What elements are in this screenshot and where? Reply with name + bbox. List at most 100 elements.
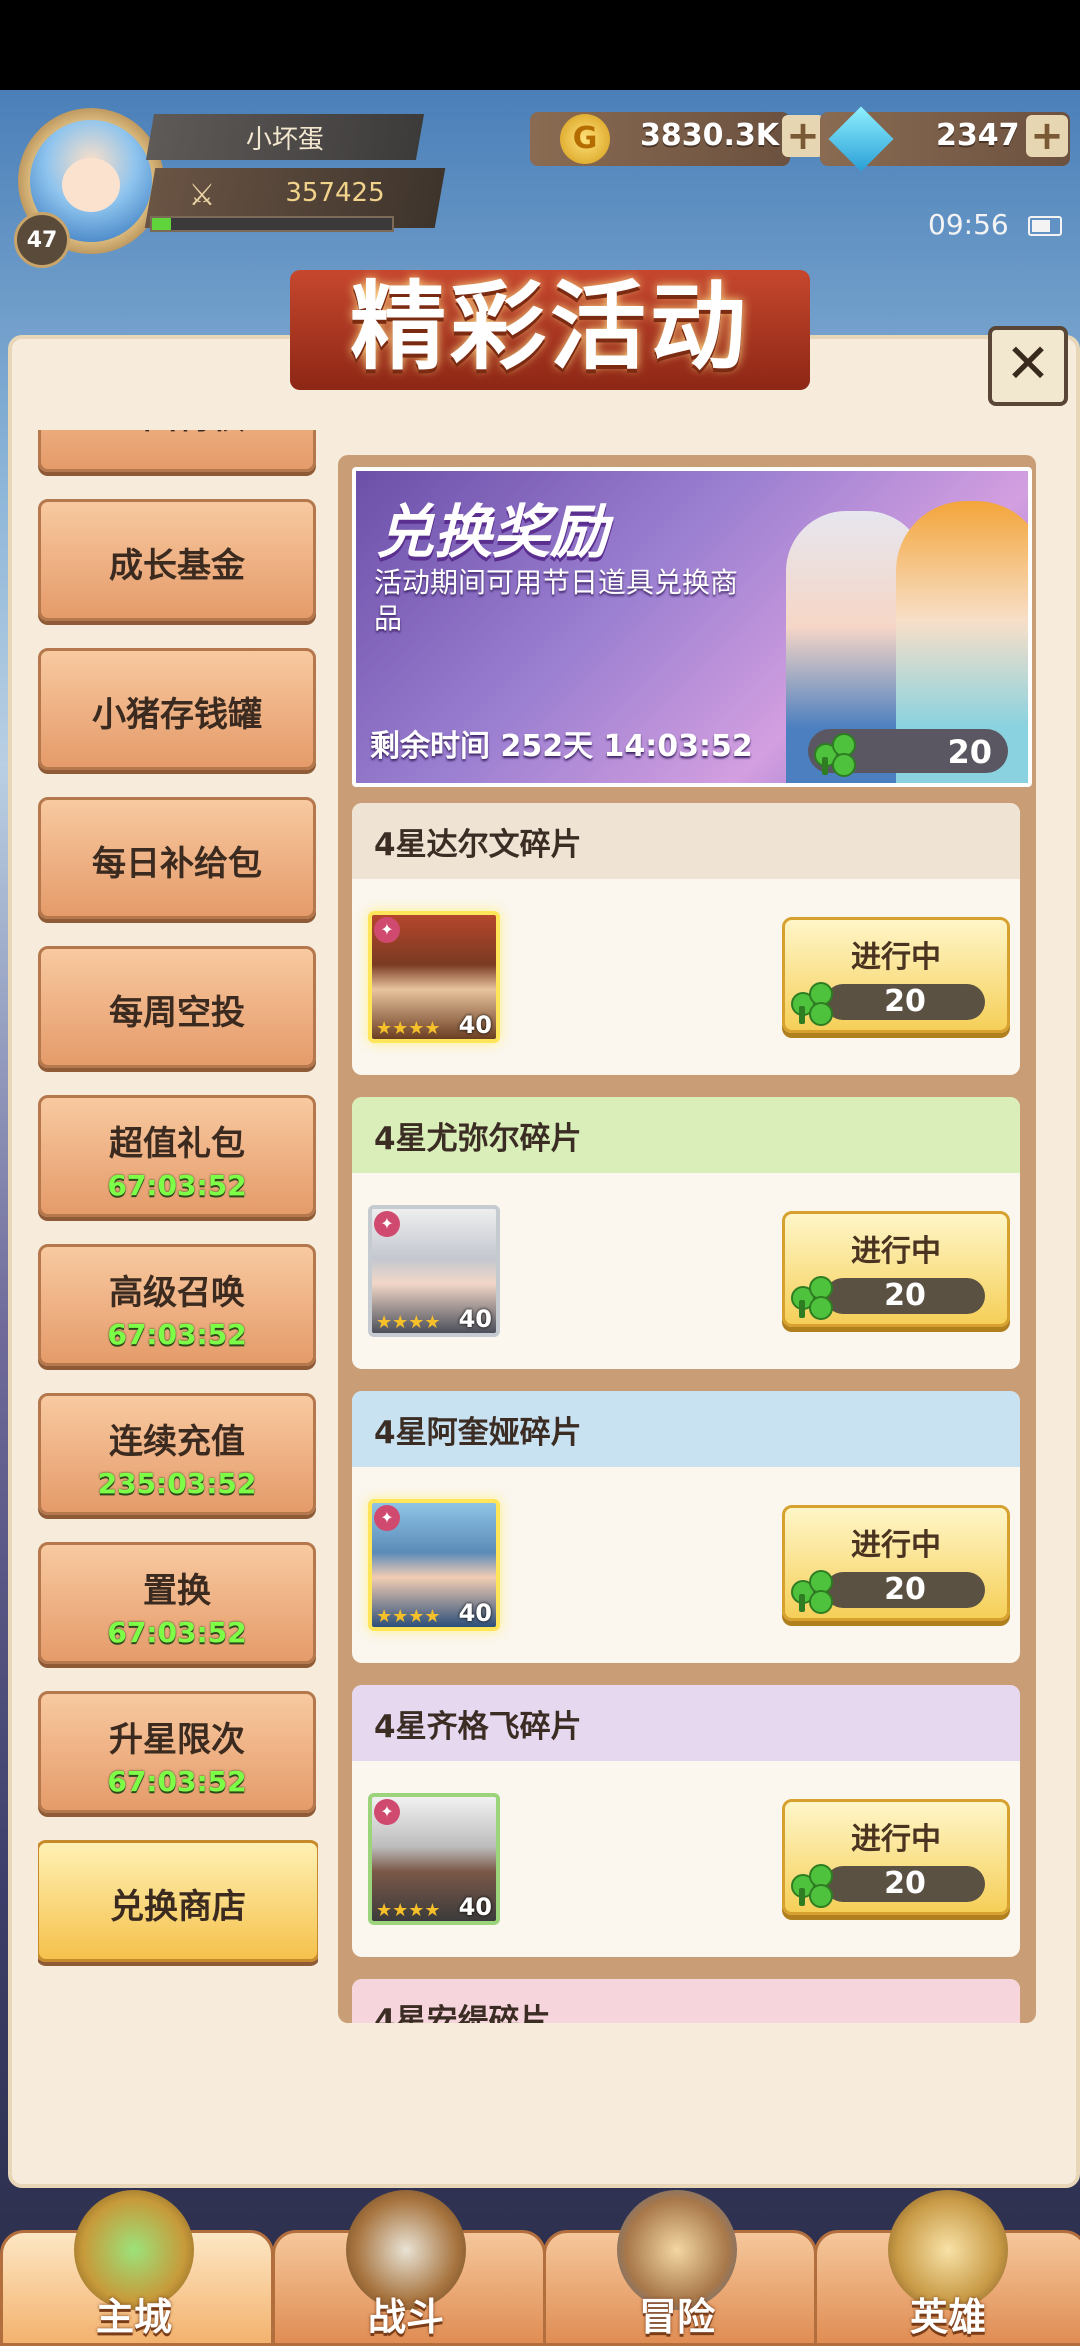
sidebar-item[interactable]: 兑换商店	[38, 1840, 318, 1962]
sidebar-item-label: 连续充值	[109, 1422, 245, 1462]
bottom-nav-label: 冒险	[638, 2295, 715, 2339]
sidebar-item[interactable]: 每日补给包	[38, 797, 316, 919]
gold-coin-icon: G	[560, 114, 610, 164]
star-rating-icon: ★★★★	[376, 1606, 441, 1627]
bottom-nav-label: 主城	[95, 2295, 172, 2339]
hero-shard-count: 40	[458, 1011, 492, 1039]
sidebar-item-label: 置换	[143, 1571, 211, 1611]
exchange-cost-value: 20	[884, 1572, 926, 1607]
sidebar-item[interactable]: 置换 67:03:52	[38, 1542, 316, 1664]
exchange-status: 进行中	[851, 1234, 941, 1269]
exchange-item-card: 4星阿奎娅碎片 ✦ ★★★★ 40 进行中 20	[352, 1391, 1020, 1663]
hero-faction-icon: ✦	[374, 1211, 400, 1237]
exchange-cost-value: 20	[884, 1866, 926, 1901]
sidebar-item[interactable]: 连续充值 235:03:52	[38, 1393, 316, 1515]
sidebar-item-timer: 67:03:52	[107, 1318, 247, 1351]
clover-icon	[791, 1276, 833, 1320]
sidebar-item-label: 超值礼包	[109, 1124, 245, 1164]
star-rating-icon: ★★★★	[376, 1018, 441, 1039]
power-value: 357425	[285, 178, 385, 208]
exchange-status: 进行中	[851, 1528, 941, 1563]
exchange-item-title: 4星阿奎娅碎片	[352, 1391, 1020, 1467]
exchange-cost: 20	[825, 1572, 985, 1608]
exchange-item-card: 4星齐格飞碎片 ✦ ★★★★ 40 进行中 20	[352, 1685, 1020, 1957]
exchange-button[interactable]: 进行中 20	[782, 1505, 1010, 1621]
exchange-cost-value: 20	[884, 984, 926, 1019]
star-rating-icon: ★★★★	[376, 1900, 441, 1921]
clover-icon	[791, 982, 833, 1026]
sidebar-item-timer: 235:03:52	[97, 1467, 257, 1500]
sidebar-item-timer: 67:03:52	[107, 1765, 247, 1798]
exchange-shop-content[interactable]: 兑换奖励 活动期间可用节日道具兑换商品 剩余时间 252天 14:03:52 2…	[338, 455, 1036, 2023]
exp-bar-fill	[152, 218, 172, 230]
battery-icon	[1028, 216, 1062, 236]
exchange-cost-value: 20	[884, 1278, 926, 1313]
bottom-nav-label: 战斗	[367, 2295, 444, 2339]
bottom-nav: 主城 战斗 冒险 英雄	[0, 2190, 1080, 2346]
hero-shard-icon[interactable]: ✦ ★★★★ 40	[368, 1499, 500, 1631]
exchange-button[interactable]: 进行中 20	[782, 1211, 1010, 1327]
exchange-promo-banner: 兑换奖励 活动期间可用节日道具兑换商品 剩余时间 252天 14:03:52 2…	[352, 467, 1032, 787]
exchange-cost: 20	[825, 984, 985, 1020]
sidebar-item-label: 成长基金	[109, 546, 245, 586]
clover-icon	[791, 1570, 833, 1614]
exchange-cost: 20	[825, 1866, 985, 1902]
sidebar-item-label: 高级召唤	[109, 1273, 245, 1313]
page-title: 精彩活动	[350, 271, 750, 383]
clover-icon	[791, 1864, 833, 1908]
promo-title: 兑换奖励	[376, 498, 609, 566]
exchange-cost: 20	[825, 1278, 985, 1314]
hero-shard-icon[interactable]: ✦ ★★★★ 40	[368, 911, 500, 1043]
gem-value: 2347	[936, 118, 1020, 153]
gold-value: 3830.3K	[640, 118, 780, 153]
exchange-button[interactable]: 进行中 20	[782, 1799, 1010, 1915]
sidebar-item[interactable]: 小猪存钱罐	[38, 648, 316, 770]
hero-faction-icon: ✦	[374, 917, 400, 943]
sidebar-item-label: 升星限次	[109, 1720, 245, 1760]
top-hud: 47 小坏蛋 ⚔ 357425 G 3830.3K + 2347 + 09:56	[0, 90, 1080, 270]
add-gold-button[interactable]: +	[782, 115, 824, 157]
bottom-nav-label: 英雄	[909, 2295, 986, 2339]
sidebar-item[interactable]: 高级召唤 67:03:52	[38, 1244, 316, 1366]
exchange-item-card: 4星尤弥尔碎片 ✦ ★★★★ 40 进行中 20	[352, 1097, 1020, 1369]
activity-sidebar[interactable]: 王国特权成长基金小猪存钱罐每日补给包每周空投超值礼包 67:03:52 高级召唤 67…	[38, 430, 318, 2010]
sidebar-item-timer: 67:03:52	[107, 1169, 247, 1202]
hero-faction-icon: ✦	[374, 1799, 400, 1825]
close-button[interactable]: ✕	[988, 326, 1068, 406]
promo-token-count: 20	[947, 733, 992, 771]
hero-shard-icon[interactable]: ✦ ★★★★ 40	[368, 1793, 500, 1925]
promo-description: 活动期间可用节日道具兑换商品	[374, 566, 739, 635]
promo-remaining-time: 剩余时间 252天 14:03:52	[370, 729, 753, 764]
player-name: 小坏蛋	[245, 124, 324, 155]
sidebar-item-timer: 67:03:52	[107, 1616, 247, 1649]
crossed-swords-icon: ⚔	[188, 178, 216, 213]
exchange-item-title: 4星达尔文碎片	[352, 803, 1020, 879]
clover-icon	[814, 733, 856, 777]
exchange-status: 进行中	[851, 1822, 941, 1857]
sidebar-item[interactable]: 超值礼包 67:03:52	[38, 1095, 316, 1217]
hero-shard-count: 40	[458, 1599, 492, 1627]
star-rating-icon: ★★★★	[376, 1312, 441, 1333]
sidebar-item[interactable]: 升星限次 67:03:52	[38, 1691, 316, 1813]
clock: 09:56	[928, 208, 1009, 241]
player-name-plate: 小坏蛋	[145, 114, 425, 160]
exchange-item-card: 4星安缇碎片	[352, 1979, 1020, 2023]
exchange-button[interactable]: 进行中 20	[782, 917, 1010, 1033]
add-gems-button[interactable]: +	[1026, 115, 1068, 157]
sidebar-item-label: 每周空投	[109, 993, 245, 1033]
player-level-badge: 47	[14, 212, 70, 268]
sidebar-item-label: 每日补给包	[92, 844, 262, 884]
sidebar-item[interactable]: 王国特权	[38, 430, 316, 472]
hero-shard-count: 40	[458, 1893, 492, 1921]
exchange-status: 进行中	[851, 940, 941, 975]
exchange-item-title: 4星尤弥尔碎片	[352, 1097, 1020, 1173]
sidebar-item[interactable]: 成长基金	[38, 499, 316, 621]
sidebar-item-label: 兑换商店	[110, 1887, 246, 1927]
hero-shard-count: 40	[458, 1305, 492, 1333]
hero-shard-icon[interactable]: ✦ ★★★★ 40	[368, 1205, 500, 1337]
sidebar-item[interactable]: 每周空投	[38, 946, 316, 1068]
exchange-item-title: 4星齐格飞碎片	[352, 1685, 1020, 1761]
exchange-item-title: 4星安缇碎片	[352, 1979, 1020, 2023]
sidebar-item-label: 小猪存钱罐	[92, 695, 262, 735]
hero-faction-icon: ✦	[374, 1505, 400, 1531]
